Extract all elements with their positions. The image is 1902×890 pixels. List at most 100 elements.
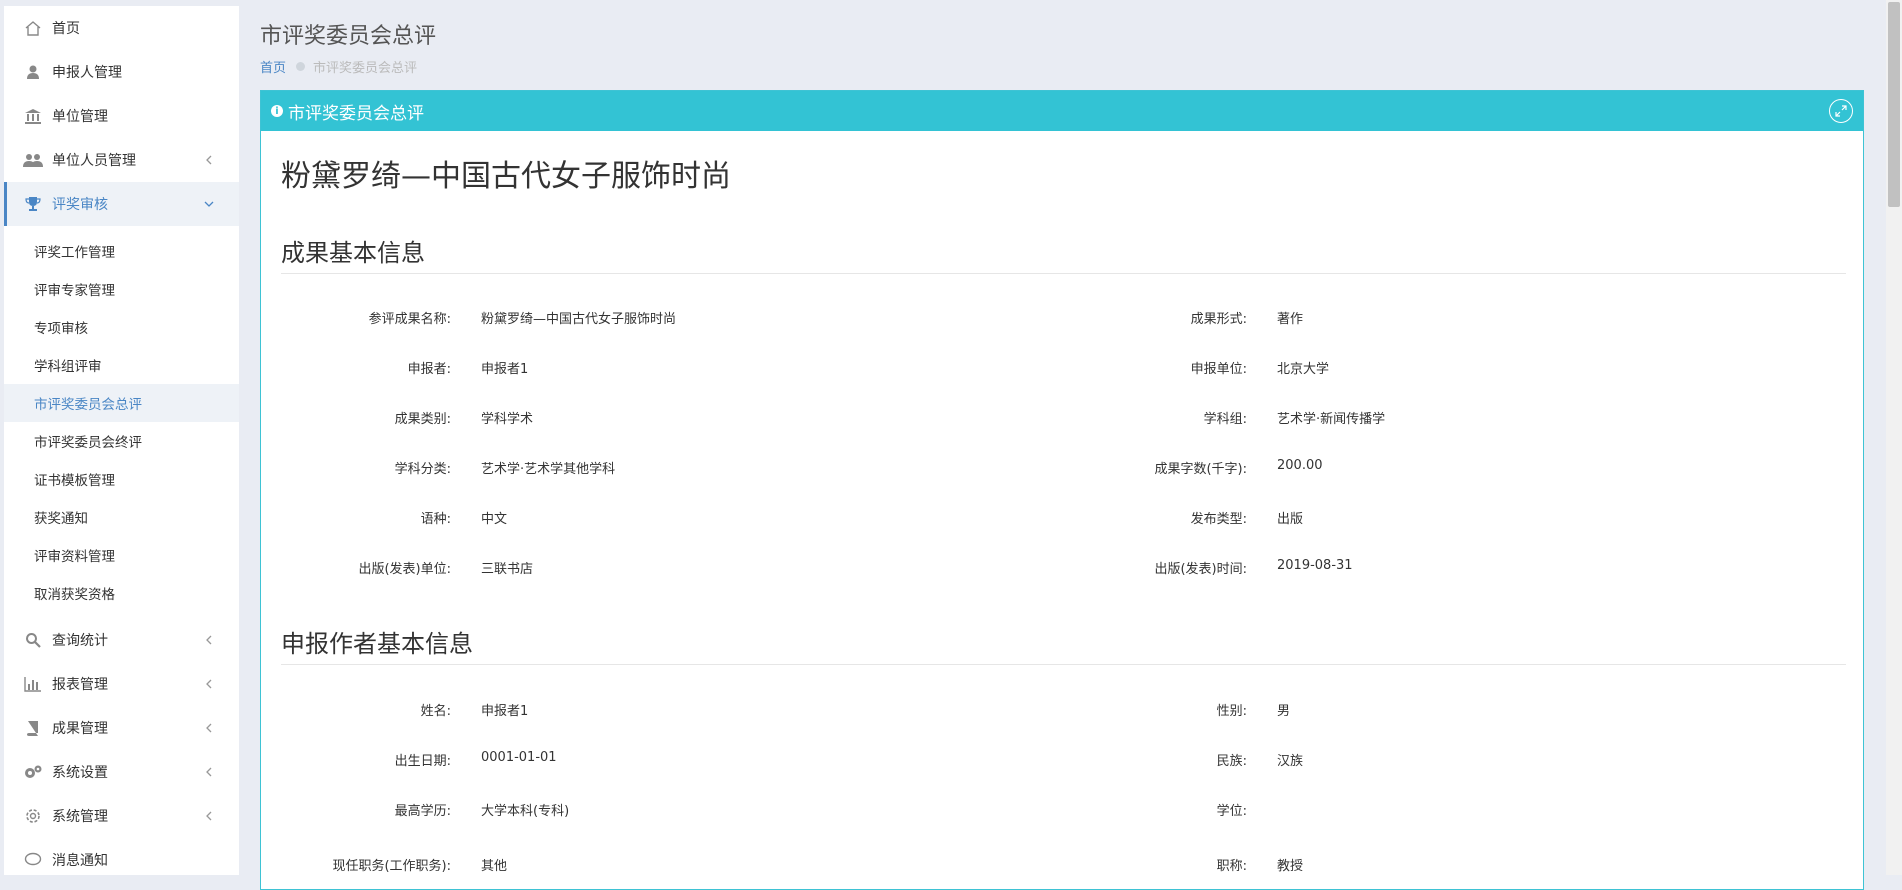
field-label: 出生日期:	[394, 754, 451, 769]
search-icon	[22, 631, 44, 649]
field-value: 著作	[1277, 312, 1304, 327]
sidebar-item-label: 查询统计	[52, 633, 108, 649]
field-label: 成果类别:	[394, 412, 451, 427]
field-label: 语种:	[420, 512, 451, 527]
field-label: 学位:	[1216, 804, 1247, 819]
users-icon	[22, 151, 44, 169]
submenu-item-review-materials[interactable]: 评审资料管理	[4, 536, 239, 574]
sidebar-item-award-review[interactable]: 评奖审核	[4, 182, 239, 226]
field-label: 发布类型:	[1190, 512, 1247, 527]
field-value: 北京大学	[1277, 362, 1330, 377]
submenu-item-award-work[interactable]: 评奖工作管理	[4, 232, 239, 270]
gears-icon	[22, 763, 44, 781]
submenu-item-experts[interactable]: 评审专家管理	[4, 270, 239, 308]
sidebar-item-label: 报表管理	[52, 677, 108, 693]
chevron-left-icon	[203, 766, 215, 778]
chevron-left-icon	[203, 154, 215, 166]
submenu-item-committee-final[interactable]: 市评奖委员会终评	[4, 422, 239, 460]
sidebar-item-unit-staff[interactable]: 单位人员管理	[4, 138, 239, 182]
chevron-left-icon	[203, 722, 215, 734]
field-value: 2019-08-31	[1277, 558, 1353, 573]
field-value: 申报者1	[481, 362, 529, 377]
sidebar-submenu: 评奖工作管理 评审专家管理 专项审核 学科组评审 市评奖委员会总评 市评奖委员会…	[4, 226, 239, 618]
field-label: 民族:	[1216, 754, 1247, 769]
section-title-author-info: 申报作者基本信息	[281, 624, 1846, 665]
submenu-item-committee-general[interactable]: 市评奖委员会总评	[4, 384, 239, 422]
breadcrumb-separator	[296, 62, 306, 71]
submenu-item-discipline-review[interactable]: 学科组评审	[4, 346, 239, 384]
sidebar-item-label: 单位人员管理	[52, 153, 136, 169]
sidebar-item-notifications[interactable]: 消息通知	[4, 838, 239, 875]
field-value: 粉黛罗绮—中国古代女子服饰时尚	[481, 312, 677, 327]
sidebar-item-label: 系统设置	[52, 765, 108, 781]
info-icon: i	[271, 105, 283, 117]
sidebar-item-home[interactable]: 首页	[4, 6, 239, 50]
submenu-item-special-review[interactable]: 专项审核	[4, 308, 239, 346]
sidebar-item-system-settings[interactable]: 系统设置	[4, 750, 239, 794]
submenu-item-certificate-templates[interactable]: 证书模板管理	[4, 460, 239, 498]
field-value: 汉族	[1277, 754, 1304, 769]
field-value: 学科学术	[481, 412, 534, 427]
sidebar: 首页 申报人管理 单位管理 单位人员管理 评奖审核 评奖工作管理 评审专家管理	[4, 6, 239, 875]
field-value: 其他	[481, 859, 508, 874]
sidebar-item-label: 评奖审核	[52, 197, 108, 213]
submenu-item-revoke-award[interactable]: 取消获奖资格	[4, 574, 239, 612]
bank-icon	[22, 107, 44, 125]
field-label: 最高学历:	[394, 804, 451, 819]
field-label: 职称:	[1216, 859, 1247, 874]
breadcrumb-current: 市评奖委员会总评	[313, 61, 418, 76]
field-value: 中文	[481, 512, 508, 527]
chevron-left-icon	[203, 634, 215, 646]
field-label: 成果形式:	[1190, 312, 1247, 327]
field-label: 申报单位:	[1190, 362, 1247, 377]
field-value: 200.00	[1277, 458, 1323, 473]
sidebar-item-achievements[interactable]: 成果管理	[4, 706, 239, 750]
sidebar-item-applicants[interactable]: 申报人管理	[4, 50, 239, 94]
sidebar-item-label: 申报人管理	[52, 65, 122, 81]
book-icon	[22, 719, 44, 737]
sidebar-item-label: 消息通知	[52, 853, 108, 869]
sidebar-item-label: 成果管理	[52, 721, 108, 737]
field-label: 申报者:	[407, 362, 451, 377]
page-title: 市评奖委员会总评	[260, 24, 437, 49]
home-icon	[22, 19, 44, 37]
sidebar-item-system-admin[interactable]: 系统管理	[4, 794, 239, 838]
section-title-basic-info: 成果基本信息	[281, 233, 1846, 274]
sidebar-item-query-stats[interactable]: 查询统计	[4, 618, 239, 662]
chevron-left-icon	[203, 810, 215, 822]
field-value: 教授	[1277, 859, 1304, 874]
breadcrumb: 首页 市评奖委员会总评	[260, 57, 417, 76]
field-value: 0001-01-01	[481, 750, 557, 765]
user-icon	[22, 63, 44, 81]
field-value: 大学本科(专科)	[481, 804, 570, 819]
page-scrollbar[interactable]	[1886, 0, 1902, 875]
main-panel: i 市评奖委员会总评 粉黛罗绮—中国古代女子服饰时尚 成果基本信息 参评成果名称…	[260, 90, 1864, 890]
sidebar-item-label: 系统管理	[52, 809, 108, 825]
field-value: 三联书店	[481, 562, 534, 577]
sidebar-item-reports[interactable]: 报表管理	[4, 662, 239, 706]
field-value: 艺术学·新闻传播学	[1277, 412, 1386, 427]
field-label: 出版(发表)单位:	[358, 562, 451, 577]
field-value: 出版	[1277, 512, 1304, 527]
message-icon	[22, 851, 44, 869]
panel-title: 市评奖委员会总评	[288, 103, 424, 124]
chevron-left-icon	[203, 678, 215, 690]
field-value: 艺术学·艺术学其他学科	[481, 462, 616, 477]
field-label: 出版(发表)时间:	[1154, 562, 1247, 577]
gear-icon	[22, 807, 44, 825]
field-value: 申报者1	[481, 704, 529, 719]
expand-icon[interactable]	[1829, 99, 1853, 123]
field-label: 现任职务(工作职务):	[332, 859, 451, 874]
field-label: 姓名:	[420, 704, 451, 719]
breadcrumb-home-link[interactable]: 首页	[260, 57, 286, 76]
submenu-item-award-notice[interactable]: 获奖通知	[4, 498, 239, 536]
scrollbar-thumb[interactable]	[1888, 2, 1900, 207]
chevron-down-icon	[203, 198, 215, 210]
field-value: 男	[1277, 704, 1291, 719]
sidebar-item-units[interactable]: 单位管理	[4, 94, 239, 138]
field-label: 学科分类:	[394, 462, 451, 477]
field-label: 参评成果名称:	[368, 312, 451, 327]
field-label: 学科组:	[1203, 412, 1247, 427]
panel-header: i 市评奖委员会总评	[261, 91, 1863, 131]
field-label: 成果字数(千字):	[1154, 462, 1247, 477]
